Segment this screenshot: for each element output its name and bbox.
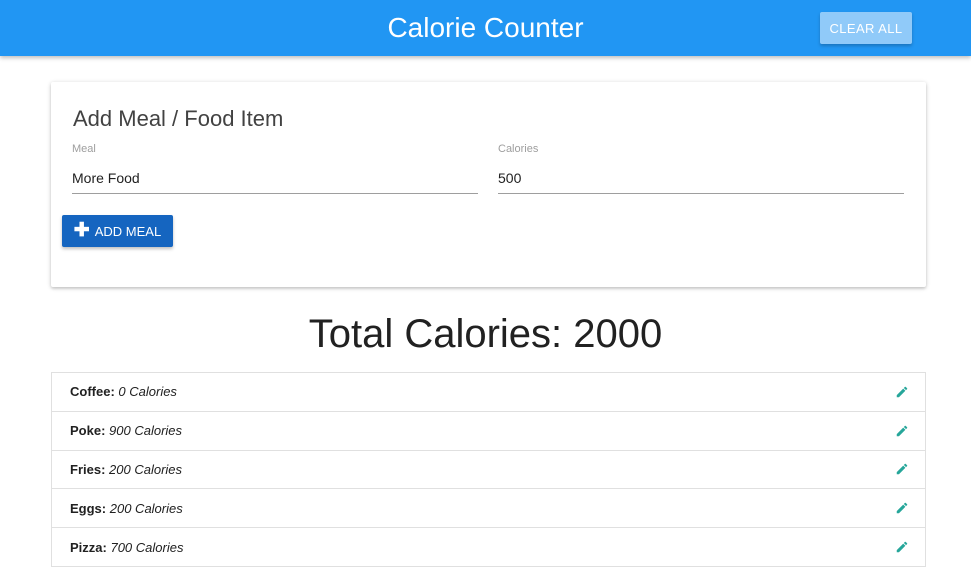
clear-all-button[interactable]: CLEAR ALL: [820, 12, 912, 44]
pencil-icon[interactable]: [895, 540, 909, 554]
item-name: Poke:: [70, 423, 106, 439]
item-calories: 0 Calories: [118, 384, 177, 400]
list-item: Coffee: 0 Calories: [52, 373, 925, 412]
item-calories: 200 Calories: [109, 500, 183, 516]
pencil-icon[interactable]: [895, 501, 909, 515]
item-text: Pizza: 700 Calories: [70, 540, 183, 555]
item-name: Fries:: [70, 461, 106, 477]
navbar: Calorie Counter CLEAR ALL: [0, 0, 971, 56]
item-text: Poke: 900 Calories: [70, 423, 182, 438]
total-calories: Total Calories: 2000: [308, 312, 663, 356]
item-text: Fries: 200 Calories: [70, 462, 182, 477]
list-item: Fries: 200 Calories: [52, 451, 925, 490]
card-title: Add Meal / Food Item: [73, 106, 284, 131]
meal-label: Meal: [72, 143, 96, 155]
item-calories: 200 Calories: [109, 461, 183, 477]
list-item: Eggs: 200 Calories: [52, 489, 925, 529]
pencil-icon[interactable]: [895, 462, 909, 476]
calories-label: Calories: [498, 143, 539, 155]
plus-icon: ✚: [73, 219, 90, 241]
pencil-icon[interactable]: [895, 424, 909, 438]
list-item: Poke: 900 Calories: [52, 412, 925, 451]
meal-list: Coffee: 0 Calories Poke: 900 Calories Fr…: [51, 372, 926, 567]
item-name: Pizza:: [70, 539, 107, 555]
calories-input[interactable]: [498, 162, 904, 194]
item-name: Coffee:: [70, 384, 115, 400]
list-item: Pizza: 700 Calories: [52, 528, 925, 567]
item-name: Eggs:: [70, 500, 107, 516]
add-meal-label: ADD MEAL: [94, 223, 162, 239]
add-meal-button[interactable]: ✚ ADD MEAL: [62, 215, 173, 247]
item-text: Coffee: 0 Calories: [70, 384, 177, 399]
meal-input[interactable]: [72, 162, 478, 194]
add-meal-card: Add Meal / Food Item Meal Calories ✚ ADD…: [51, 82, 926, 287]
item-calories: 700 Calories: [110, 539, 184, 555]
item-text: Eggs: 200 Calories: [70, 501, 183, 516]
item-calories: 900 Calories: [109, 423, 183, 439]
pencil-icon[interactable]: [895, 385, 909, 399]
